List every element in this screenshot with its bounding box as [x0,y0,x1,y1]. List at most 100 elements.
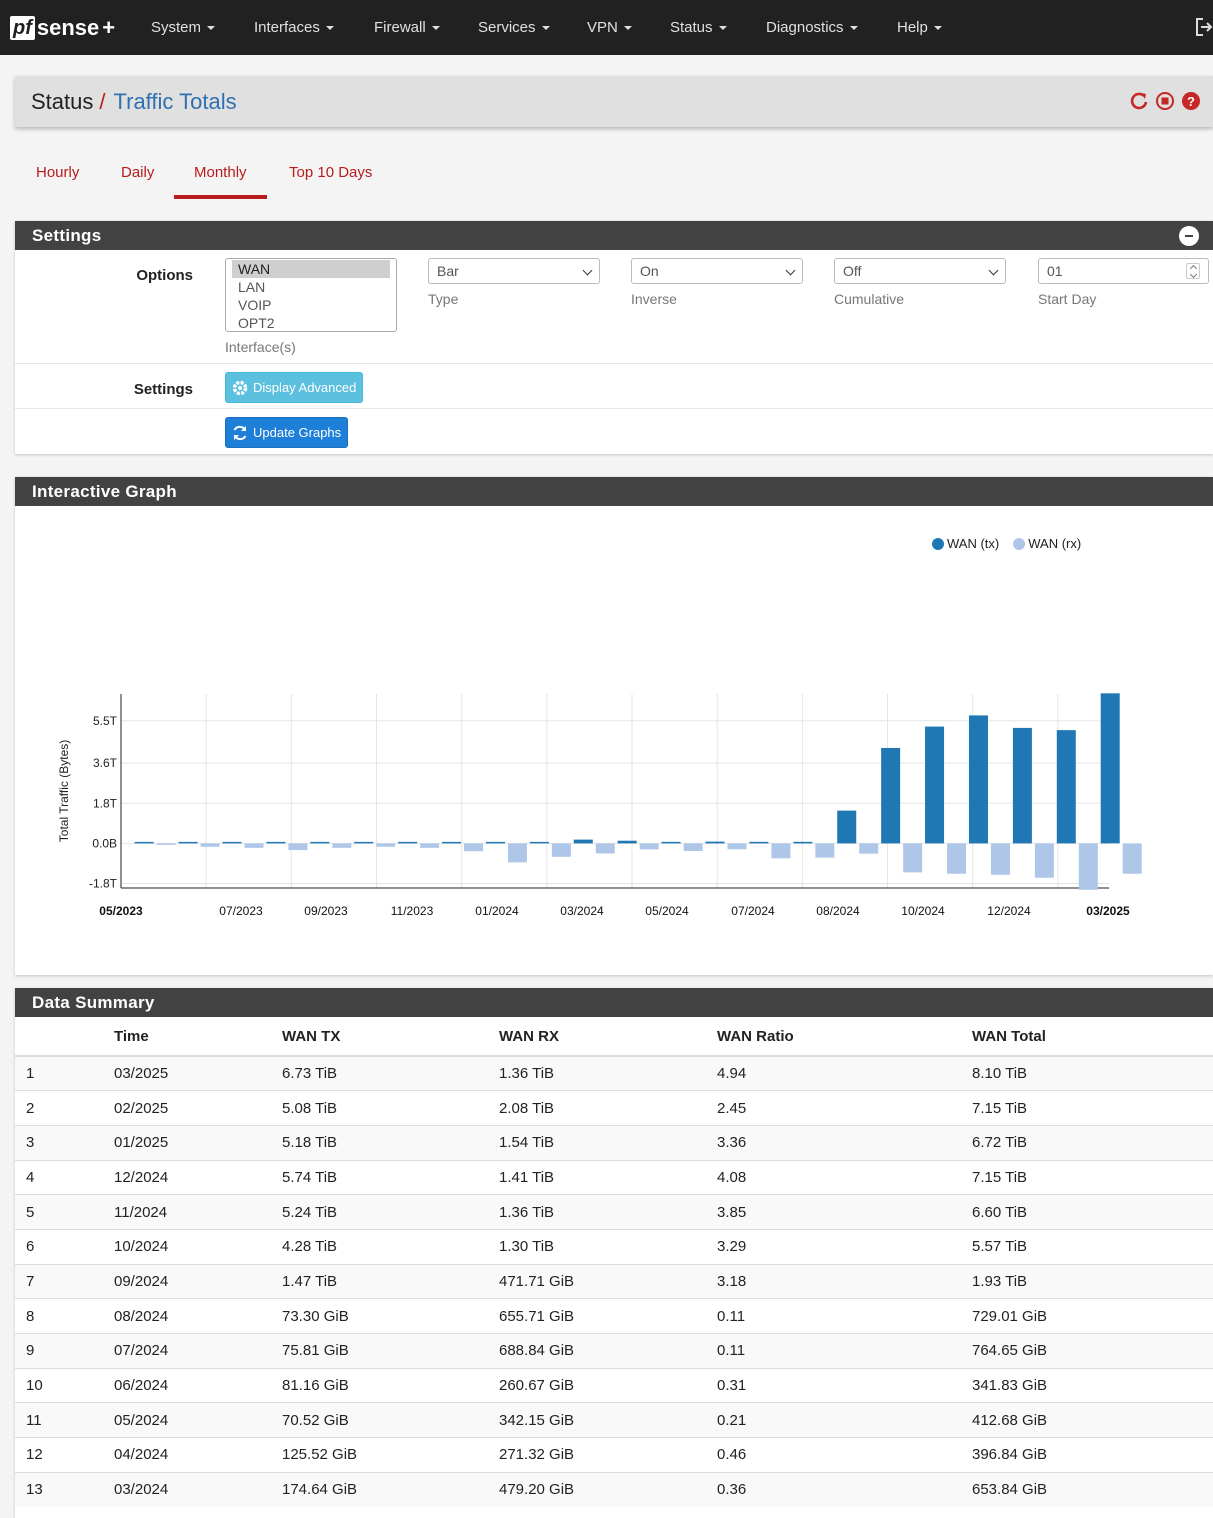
column-header[interactable] [15,1017,114,1057]
inverse-select[interactable]: On [631,258,803,284]
table-cell: 3.29 [717,1228,972,1265]
interface-option[interactable]: LAN [232,278,390,296]
nav-interfaces[interactable]: Interfaces [254,0,334,55]
breadcrumb-section[interactable]: Status [31,89,93,115]
column-header[interactable]: WAN Total [972,1017,1213,1057]
x-tick-label: 07/2023 [219,904,263,918]
page-title[interactable]: Traffic Totals [114,89,237,115]
nav-help[interactable]: Help [897,0,942,55]
nav-status[interactable]: Status [670,0,727,55]
bar-rx [244,843,264,848]
tab-daily[interactable]: Daily [101,150,174,199]
collapse-icon[interactable] [1179,226,1199,246]
gear-icon [232,380,248,395]
tab-hourly[interactable]: Hourly [16,150,99,199]
table-cell: 0.11 [717,1333,972,1369]
y-tick-label: 0.0B [92,836,117,850]
interface-option[interactable]: WAN [232,260,390,278]
table-cell: 8 [15,1298,114,1334]
bar-tx [1056,730,1076,844]
table-cell: 412.68 GiB [972,1402,1213,1438]
caret-down-icon [207,25,216,30]
settings-row: Settings Display Advanced [15,364,1213,409]
options-row: Options WAN LAN VOIP OPT2 Interface(s) B… [15,250,1213,364]
column-header[interactable]: WAN TX [282,1017,499,1057]
nav-diagnostics[interactable]: Diagnostics [766,0,858,55]
x-tick-label: 05/2023 [99,904,143,918]
breadcrumb: Status / Traffic Totals ? [15,76,1213,127]
table-row: 7 09/2024 1.47 TiB 471.71 GiB 3.18 1.93 TiB [15,1263,1213,1299]
column-header[interactable]: Time [114,1017,282,1057]
table-cell: 653.84 GiB [972,1471,1213,1507]
table-cell: 2.08 TiB [499,1090,717,1126]
column-header[interactable]: WAN RX [499,1017,717,1057]
nav-label: Firewall [374,19,426,36]
caret-down-icon [718,25,727,30]
tab-monthly[interactable]: Monthly [174,150,267,199]
chevron-down-icon [582,265,593,276]
breadcrumb-separator: / [99,88,106,114]
table-cell: 341.83 GiB [972,1367,1213,1403]
select-value: Bar [437,263,459,279]
table-row: 13 03/2024 174.64 GiB 479.20 GiB 0.36 653.84 … [15,1471,1213,1507]
x-tick-label: 10/2024 [901,904,945,918]
y-tick-label: 1.8T [93,796,118,810]
nav-system[interactable]: System [151,0,216,55]
logout-icon[interactable] [1195,17,1213,37]
nav-label: VPN [587,19,618,36]
display-advanced-button[interactable]: Display Advanced [225,372,364,403]
table-cell: 10/2024 [114,1228,282,1265]
start-day-input[interactable]: 01 [1038,258,1209,284]
table-cell: 2.45 [717,1090,972,1126]
table-cell: 4 [15,1159,114,1195]
chart-area: WAN (tx) WAN (rx) 5.5T 3.6T 1.8T 0.0B -1.8T T… [15,506,1213,976]
table-cell: 1.41 TiB [499,1159,717,1195]
settings-label: Settings [133,381,193,398]
table-cell: 75.81 GiB [282,1333,499,1369]
table-cell: 0.46 [717,1437,972,1473]
stop-icon[interactable] [1155,91,1175,111]
table-row: 1 03/2025 6.73 TiB 1.36 TiB 4.94 8.10 TiB [15,1055,1213,1091]
graph-panel: Interactive Graph WAN (tx) WAN (rx) 5.5T… [15,477,1213,975]
column-header[interactable]: WAN Ratio [717,1017,972,1057]
table-cell: 13 [15,1471,114,1507]
table-row: 2 02/2025 5.08 TiB 2.08 TiB 2.45 7.15 TiB [15,1090,1213,1126]
help-icon[interactable]: ? [1181,91,1201,111]
update-row: Update Graphs [15,409,1213,454]
bar-rx [288,843,308,851]
spinner-icon[interactable] [1186,263,1200,279]
caret-down-icon [325,25,334,30]
bar-tx [398,841,418,844]
panel-title: Settings [32,226,102,245]
table-cell: 125.52 GiB [282,1437,499,1473]
cumulative-select[interactable]: Off [834,258,1006,284]
summary-table: Time WAN TX WAN RX WAN Ratio WAN Total 1 03/2… [15,1017,1213,1507]
interface-option[interactable]: VOIP [232,296,390,314]
pfsense-logo[interactable]: pf sense + [10,15,135,41]
bar-tx [442,841,462,844]
interfaces-listbox[interactable]: WAN LAN VOIP OPT2 [225,258,397,332]
bar-rx [815,843,835,858]
table-cell: 03/2024 [114,1471,282,1507]
bar-tx [968,715,988,844]
tab-top-10-days[interactable]: Top 10 Days [269,150,392,199]
bar-tx [178,841,198,844]
table-cell: 471.71 GiB [499,1263,717,1299]
interface-option[interactable]: OPT2 [232,314,390,332]
bar-rx [200,843,220,847]
chevron-down-icon [988,265,999,276]
type-select[interactable]: Bar [428,258,600,284]
table-cell: 271.32 GiB [499,1437,717,1473]
nav-vpn[interactable]: VPN [587,0,632,55]
nav-services[interactable]: Services [478,0,550,55]
table-cell: 3.85 [717,1194,972,1230]
table-cell: 3.18 [717,1263,972,1299]
bar-rx [639,843,659,850]
table-cell: 81.16 GiB [282,1367,499,1403]
update-graphs-button[interactable]: Update Graphs [225,417,349,448]
bar-rx [683,843,703,851]
table-row: 3 01/2025 5.18 TiB 1.54 TiB 3.36 6.72 TiB [15,1124,1213,1161]
table-cell: 0.11 [717,1298,972,1334]
nav-firewall[interactable]: Firewall [374,0,440,55]
reload-icon[interactable] [1129,91,1149,111]
